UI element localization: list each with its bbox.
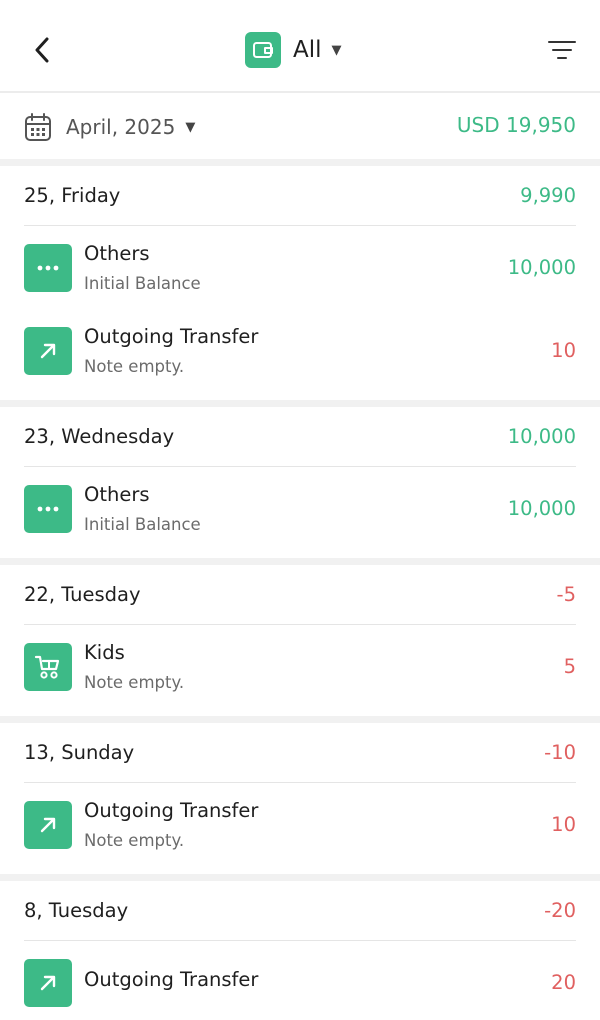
transaction-note: Initial Balance <box>84 514 201 534</box>
caret-down-icon: ▼ <box>331 42 342 58</box>
day-group: 13, Sunday -10 Outgoing Transfer Note em… <box>0 716 600 874</box>
day-label: 8, Tuesday <box>24 899 129 922</box>
calendar-icon <box>25 113 51 141</box>
day-label: 25, Friday <box>24 184 121 207</box>
wallet-icon <box>245 32 281 68</box>
day-group: 23, Wednesday 10,000 Others Initial Bala… <box>0 400 600 558</box>
day-label: 13, Sunday <box>24 741 135 764</box>
more-dots-icon <box>24 243 72 292</box>
wallet-label: All <box>293 37 322 63</box>
back-arrow-icon <box>35 37 49 63</box>
month-label: April, 2025 <box>66 115 176 139</box>
day-label: 23, Wednesday <box>24 425 175 448</box>
transaction-note: Note empty. <box>84 830 185 850</box>
transaction-row[interactable]: Outgoing Transfer 20 <box>0 941 600 1020</box>
transaction-amount: 10 <box>551 339 576 362</box>
transaction-category: Outgoing Transfer <box>84 967 259 991</box>
filter-button[interactable] <box>544 32 580 68</box>
month-selector[interactable]: April, 2025 ▼ <box>24 111 195 143</box>
outgoing-arrow-icon <box>24 958 72 1007</box>
filter-icon <box>548 41 576 59</box>
transaction-row[interactable]: Kids Note empty. 5 <box>0 625 600 708</box>
day-group: 8, Tuesday -20 Outgoing Transfer 20 <box>0 874 600 1020</box>
day-group: 22, Tuesday -5 Kids Note empty. 5 <box>0 558 600 716</box>
transaction-note: Initial Balance <box>84 273 201 293</box>
day-total: 9,990 <box>520 184 576 207</box>
day-header: 23, Wednesday 10,000 <box>24 407 576 467</box>
more-dots-icon <box>24 484 72 533</box>
day-group: 25, Friday 9,990 Others Initial Balance … <box>0 159 600 400</box>
transaction-note: Note empty. <box>84 672 185 692</box>
outgoing-arrow-icon <box>24 326 72 375</box>
transaction-row[interactable]: Outgoing Transfer Note empty. 10 <box>0 309 600 392</box>
day-label: 22, Tuesday <box>24 583 141 606</box>
day-header: 13, Sunday -10 <box>24 723 576 783</box>
stroller-icon <box>24 642 72 691</box>
day-header: 25, Friday 9,990 <box>24 166 576 226</box>
transaction-category: Others <box>84 482 150 506</box>
top-app-bar: All ▼ <box>0 0 600 93</box>
transaction-amount: 5 <box>563 655 576 678</box>
transaction-category: Outgoing Transfer <box>84 798 259 822</box>
day-total: -10 <box>544 741 576 764</box>
transaction-row[interactable]: Others Initial Balance 10,000 <box>0 226 600 309</box>
outgoing-arrow-icon <box>24 800 72 849</box>
transaction-row[interactable]: Others Initial Balance 10,000 <box>0 467 600 550</box>
day-total: 10,000 <box>507 425 576 448</box>
transaction-amount: 10 <box>551 813 576 836</box>
day-total: -5 <box>556 583 576 606</box>
month-bar: April, 2025 ▼ USD 19,950 <box>0 95 600 159</box>
back-button[interactable] <box>24 30 60 70</box>
transaction-row[interactable]: Outgoing Transfer Note empty. 10 <box>0 783 600 866</box>
month-total: USD 19,950 <box>456 113 576 137</box>
transaction-feed: 25, Friday 9,990 Others Initial Balance … <box>0 159 600 1020</box>
transaction-category: Kids <box>84 640 125 664</box>
day-header: 8, Tuesday -20 <box>24 881 576 941</box>
transaction-note: Note empty. <box>84 356 185 376</box>
transaction-category: Others <box>84 241 150 265</box>
day-header: 22, Tuesday -5 <box>24 565 576 625</box>
day-total: -20 <box>544 899 576 922</box>
transaction-amount: 10,000 <box>507 256 576 279</box>
transaction-amount: 20 <box>551 971 576 994</box>
transaction-category: Outgoing Transfer <box>84 324 259 348</box>
caret-down-icon: ▼ <box>185 119 196 135</box>
transaction-amount: 10,000 <box>507 497 576 520</box>
wallet-selector[interactable]: All ▼ <box>245 32 342 68</box>
